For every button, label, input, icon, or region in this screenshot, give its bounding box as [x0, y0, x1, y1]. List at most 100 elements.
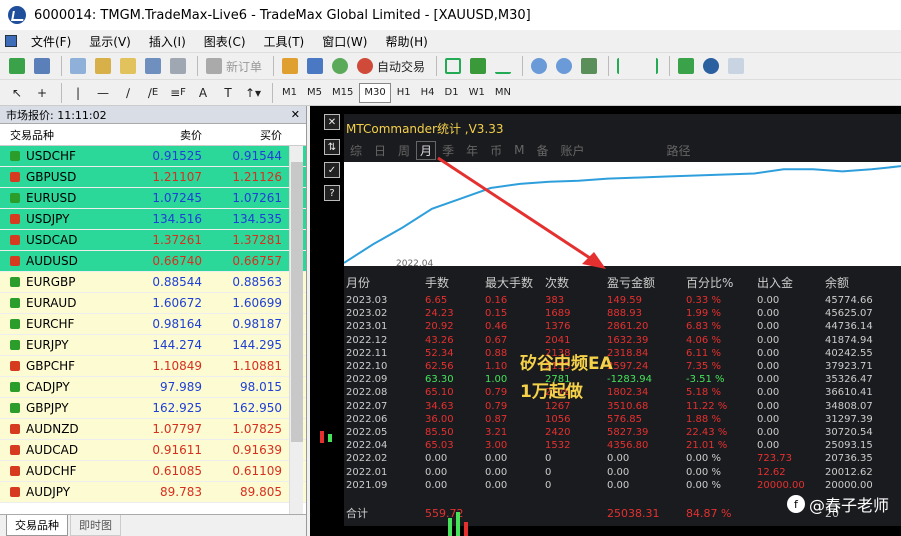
bid-price: 1.21107	[152, 170, 202, 184]
trendline-icon[interactable]: ∕	[117, 82, 139, 104]
market-row[interactable]: AUDUSD 0.66740 0.66757	[0, 251, 306, 272]
market-watch-icon[interactable]	[67, 55, 89, 77]
market-row[interactable]: EURJPY 144.274 144.295	[0, 335, 306, 356]
zoom-in-icon[interactable]	[528, 55, 550, 77]
bid-price: 0.61085	[152, 464, 202, 478]
cursor-icon[interactable]: ↖	[6, 82, 28, 104]
symbol-cell: USDJPY	[0, 212, 126, 226]
timeframe-m1[interactable]: M1	[278, 83, 301, 103]
menu-help[interactable]: 帮助(H)	[376, 30, 436, 52]
market-row[interactable]: USDJPY 134.516 134.535	[0, 209, 306, 230]
new-order-button[interactable]: 新订单	[203, 55, 265, 77]
price-up-icon	[10, 298, 20, 308]
horizontal-line-icon[interactable]: —	[92, 82, 114, 104]
menu-tools[interactable]: 工具(T)	[255, 30, 314, 52]
column-symbol[interactable]: 交易品种	[0, 127, 126, 143]
market-scrollbar[interactable]	[289, 146, 303, 516]
symbol-cell: GBPCHF	[0, 359, 126, 373]
scrollbar-thumb[interactable]	[291, 162, 303, 442]
timeframe-d1[interactable]: D1	[441, 83, 463, 103]
crosshair-icon[interactable]: +	[31, 82, 53, 104]
market-row[interactable]: USDCAD 1.37261 1.37281	[0, 230, 306, 251]
timeframe-h4[interactable]: H4	[417, 83, 439, 103]
vertical-line-icon[interactable]: |	[67, 82, 89, 104]
price-up-icon	[10, 277, 20, 287]
autoscroll-icon[interactable]	[614, 55, 636, 77]
ask-price: 1.37281	[232, 233, 282, 247]
menu-file[interactable]: 文件(F)	[22, 30, 80, 52]
tile-windows-icon[interactable]	[578, 55, 600, 77]
market-watch-panel: 市场报价: 11:11:02 ✕ 交易品种 卖价 买价 USDCHF 0.9152…	[0, 106, 307, 536]
menu-charts[interactable]: 图表(C)	[195, 30, 255, 52]
candlestick-icon[interactable]	[467, 55, 489, 77]
symbol-cell: AUDJPY	[0, 485, 126, 499]
timeframe-m15[interactable]: M15	[328, 83, 357, 103]
menu-bar: 文件(F) 显示(V) 插入(I) 图表(C) 工具(T) 窗口(W) 帮助(H…	[0, 30, 901, 52]
new-chart-icon[interactable]	[6, 55, 28, 77]
market-row[interactable]: EURUSD 1.07245 1.07261	[0, 188, 306, 209]
candle	[320, 431, 324, 443]
fibonacci-icon[interactable]: ≡ F	[167, 82, 189, 104]
zoom-out-icon[interactable]	[553, 55, 575, 77]
market-row[interactable]: EURCHF 0.98164 0.98187	[0, 314, 306, 335]
market-row[interactable]: CADJPY 97.989 98.015	[0, 377, 306, 398]
ask-price: 1.60699	[232, 296, 282, 310]
market-row[interactable]: AUDJPY 89.783 89.805	[0, 482, 306, 503]
symbol-name: GBPJPY	[26, 401, 69, 415]
templates-icon[interactable]	[725, 55, 747, 77]
text-icon[interactable]: A	[192, 82, 214, 104]
menu-window[interactable]: 窗口(W)	[313, 30, 376, 52]
signals-icon[interactable]	[329, 55, 351, 77]
market-row[interactable]: AUDCAD 0.91611 0.91639	[0, 440, 306, 461]
timeframe-w1[interactable]: W1	[465, 83, 489, 103]
trader-icon[interactable]	[304, 55, 326, 77]
bid-price: 1.60672	[152, 296, 202, 310]
market-row[interactable]: AUDNZD 1.07797 1.07825	[0, 419, 306, 440]
navigator-icon[interactable]	[117, 55, 139, 77]
text-label-icon[interactable]: T	[217, 82, 239, 104]
price-up-icon	[10, 151, 20, 161]
candle	[448, 518, 452, 536]
channel-icon[interactable]: ∕ E	[142, 82, 164, 104]
arrows-icon[interactable]: ↑▾	[242, 82, 264, 104]
tab-symbols[interactable]: 交易品种	[6, 515, 68, 536]
chart-window[interactable]: ✕ ⇅ ✓ ? MTCommander统计 ,V3.33 综日周月季年币 M 备账户…	[310, 106, 901, 536]
metaeditor-icon[interactable]	[279, 55, 301, 77]
symbol-cell: USDCAD	[0, 233, 126, 247]
column-bid[interactable]: 卖价	[126, 127, 206, 143]
document-icon[interactable]	[0, 30, 22, 52]
line-chart-icon[interactable]	[492, 55, 514, 77]
chart-shift-icon[interactable]	[639, 55, 661, 77]
menu-insert[interactable]: 插入(I)	[140, 30, 195, 52]
market-row[interactable]: EURAUD 1.60672 1.60699	[0, 293, 306, 314]
timeframe-h1[interactable]: H1	[393, 83, 415, 103]
profiles-icon[interactable]	[31, 55, 53, 77]
indicators-icon[interactable]	[675, 55, 697, 77]
market-row[interactable]: USDCHF 0.91525 0.91544	[0, 146, 306, 167]
auto-trading-button[interactable]: 自动交易	[354, 55, 428, 77]
market-watch-time: 市场报价: 11:11:02	[6, 108, 107, 122]
timeframe-m30[interactable]: M30	[359, 82, 391, 103]
terminal-icon[interactable]	[142, 55, 164, 77]
market-row[interactable]: GBPCHF 1.10849 1.10881	[0, 356, 306, 377]
symbol-cell: GBPUSD	[0, 170, 126, 184]
market-row[interactable]: EURGBP 0.88544 0.88563	[0, 272, 306, 293]
price-down-icon	[10, 361, 20, 371]
column-ask[interactable]: 买价	[206, 127, 286, 143]
bid-price: 134.516	[152, 212, 202, 226]
timeframe-m5[interactable]: M5	[303, 83, 326, 103]
strategy-tester-icon[interactable]	[167, 55, 189, 77]
periods-icon[interactable]	[700, 55, 722, 77]
market-row[interactable]: GBPUSD 1.21107 1.21126	[0, 167, 306, 188]
menu-view[interactable]: 显示(V)	[80, 30, 140, 52]
market-watch-header: 市场报价: 11:11:02 ✕	[0, 106, 306, 124]
timeframe-mn[interactable]: MN	[491, 83, 515, 103]
data-window-icon[interactable]	[92, 55, 114, 77]
market-row[interactable]: AUDCHF 0.61085 0.61109	[0, 461, 306, 482]
bar-chart-icon[interactable]	[442, 55, 464, 77]
close-icon[interactable]: ✕	[291, 108, 300, 121]
tab-tick-chart[interactable]: 即时图	[70, 515, 121, 536]
ask-price: 98.015	[240, 380, 282, 394]
symbol-name: USDCAD	[26, 233, 78, 247]
market-row[interactable]: GBPJPY 162.925 162.950	[0, 398, 306, 419]
